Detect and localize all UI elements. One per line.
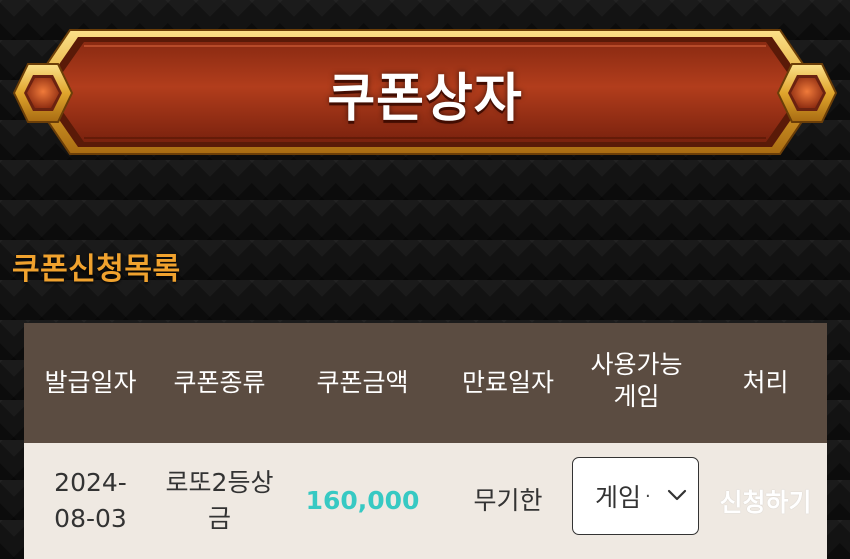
column-header-usable-game-line2: 게임: [613, 382, 660, 411]
column-header-issue-date: 발급일자: [44, 368, 137, 397]
coupon-table: 발급일자 쿠폰종류 쿠폰금액 만료일자 사용가능 게임 처리 2024- 08-…: [24, 323, 827, 559]
column-header-expiry: 만료일자: [461, 368, 554, 397]
column-header-usable-game: 사용가능 게임: [574, 349, 699, 419]
title-banner: 쿠폰상자: [0, 0, 850, 170]
cell-coupon-amount: 160,000: [305, 486, 420, 515]
table-row: 2024- 08-03 로또2등상 금 160,000 무기한 게임 · 신청하…: [24, 443, 827, 559]
column-header-usable-game-line1: 사용가능: [590, 350, 683, 379]
issue-date-line2: 08-03: [54, 504, 127, 533]
column-header-coupon-amount: 쿠폰금액: [316, 368, 409, 397]
coupon-type-line1: 로또2등상: [165, 468, 274, 497]
column-header-coupon-type: 쿠폰종류: [173, 368, 266, 397]
cell-expiry: 무기한: [473, 486, 543, 515]
cell-coupon-type: 로또2등상 금: [157, 443, 282, 559]
table-header: 발급일자 쿠폰종류 쿠폰금액 만료일자 사용가능 게임 처리: [24, 323, 827, 443]
game-select[interactable]: 게임 ·: [572, 457, 699, 535]
chevron-down-icon: [667, 489, 687, 501]
column-header-action: 처리: [742, 368, 789, 397]
coupon-type-line2: 금: [207, 504, 231, 533]
page-title: 쿠폰상자: [327, 68, 523, 129]
cell-issue-date: 2024- 08-03: [24, 443, 157, 559]
game-select-value: 게임: [595, 483, 642, 512]
game-select-ellipsis: ·: [645, 485, 651, 507]
issue-date-line1: 2024-: [54, 468, 127, 497]
apply-button[interactable]: 신청하기: [704, 443, 827, 559]
section-title: 쿠폰신청목록: [12, 252, 181, 287]
